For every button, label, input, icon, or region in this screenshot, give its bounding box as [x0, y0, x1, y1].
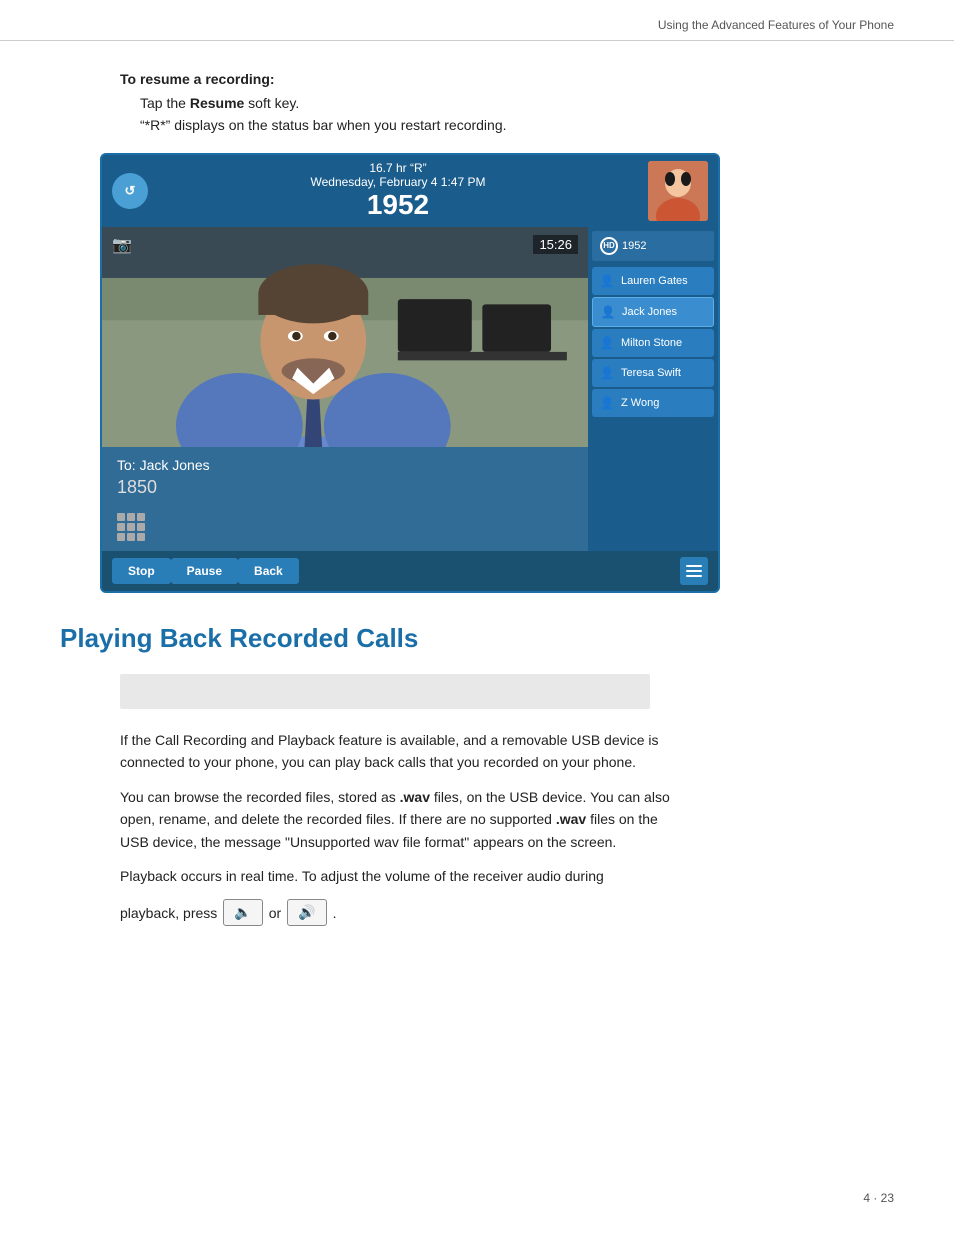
- contact-name-4: Z Wong: [621, 397, 659, 409]
- avatar-svg: [648, 161, 708, 221]
- contact-item-1[interactable]: 👤 Jack Jones: [592, 297, 714, 327]
- section-title: Playing Back Recorded Calls: [60, 623, 894, 654]
- paragraph1: If the Call Recording and Playback featu…: [120, 729, 680, 774]
- contact-icon-0: 👤: [598, 272, 616, 290]
- phone-main: 📷 15:26 To: Jack Jones 1850: [102, 227, 588, 551]
- volume-button-2[interactable]: 🔊: [287, 899, 326, 926]
- contact-list: 👤 Lauren Gates 👤 Jack Jones 👤 Milton Sto…: [588, 265, 718, 419]
- stop-button[interactable]: Stop: [112, 558, 171, 584]
- main-content: To resume a recording: Tap the Resume so…: [0, 41, 954, 956]
- contact-name-3: Teresa Swift: [621, 367, 681, 379]
- contact-name-2: Milton Stone: [621, 337, 682, 349]
- playback-press-text: playback, press: [120, 905, 217, 921]
- video-background: [102, 227, 588, 447]
- resume-section: To resume a recording: Tap the Resume so…: [120, 71, 894, 133]
- header-title: Using the Advanced Features of Your Phon…: [658, 18, 894, 32]
- pause-button[interactable]: Pause: [171, 558, 238, 584]
- phone-bottombar: Stop Pause Back: [102, 551, 718, 591]
- phone-storage: 16.7 hr “R”: [148, 161, 648, 175]
- keypad-icon: [117, 513, 145, 541]
- gray-placeholder-box: [120, 674, 650, 709]
- page-number: 4 · 23: [863, 1191, 894, 1205]
- page-header: Using the Advanced Features of Your Phon…: [0, 0, 954, 41]
- playback-or-text: or: [269, 905, 281, 921]
- paragraph2: You can browse the recorded files, store…: [120, 786, 680, 853]
- contact-item-2[interactable]: 👤 Milton Stone: [592, 329, 714, 357]
- paragraph3: Playback occurs in real time. To adjust …: [120, 865, 680, 887]
- contact-item-3[interactable]: 👤 Teresa Swift: [592, 359, 714, 387]
- phone-number-display: 1952: [148, 189, 648, 221]
- menu-icon[interactable]: [680, 557, 708, 585]
- playing-back-section: Playing Back Recorded Calls If the Call …: [120, 623, 894, 926]
- contact-name-0: Lauren Gates: [621, 275, 688, 287]
- person-silhouette: [102, 227, 588, 447]
- call-info: To: Jack Jones 1850: [102, 447, 588, 551]
- hd-button: HD 1952: [592, 231, 714, 261]
- camera-icon: 📷: [112, 235, 132, 255]
- phone-screenshot: ↺ 16.7 hr “R” Wednesday, February 4 1:47…: [100, 153, 720, 593]
- phone-body: 📷 15:26 To: Jack Jones 1850: [102, 227, 718, 551]
- contact-icon-3: 👤: [598, 364, 616, 382]
- video-timer: 15:26: [533, 235, 578, 254]
- resume-heading: To resume a recording:: [120, 71, 894, 87]
- contact-icon-1: 👤: [599, 303, 617, 321]
- playback-line: playback, press 🔈 or 🔊 .: [120, 899, 894, 926]
- call-number: 1850: [117, 477, 573, 498]
- phone-topbar-right: [648, 161, 708, 221]
- contact-name-1: Jack Jones: [622, 306, 677, 318]
- back-button[interactable]: Back: [238, 558, 299, 584]
- phone-topbar: ↺ 16.7 hr “R” Wednesday, February 4 1:47…: [102, 155, 718, 227]
- phone-datetime: Wednesday, February 4 1:47 PM: [148, 175, 648, 189]
- resume-instruction1: Tap the Resume soft key.: [140, 95, 894, 111]
- phone-avatar: [648, 161, 708, 221]
- playback-end-text: .: [333, 905, 337, 921]
- call-to-label: To: Jack Jones: [117, 457, 573, 473]
- contact-item-0[interactable]: 👤 Lauren Gates: [592, 267, 714, 295]
- video-area: 📷 15:26: [102, 227, 588, 447]
- phone-sidebar: HD 1952 👤 Lauren Gates 👤 Jack Jones 👤 Mi…: [588, 227, 718, 551]
- hd-circle: HD: [600, 237, 618, 255]
- phone-logo: ↺: [112, 173, 148, 209]
- contact-item-4[interactable]: 👤 Z Wong: [592, 389, 714, 417]
- sidebar-number: 1952: [622, 240, 646, 252]
- contact-icon-4: 👤: [598, 394, 616, 412]
- volume-button-1[interactable]: 🔈: [223, 899, 262, 926]
- resume-instruction2: “*R*” displays on the status bar when yo…: [140, 117, 894, 133]
- phone-topbar-center: 16.7 hr “R” Wednesday, February 4 1:47 P…: [148, 161, 648, 221]
- contact-icon-2: 👤: [598, 334, 616, 352]
